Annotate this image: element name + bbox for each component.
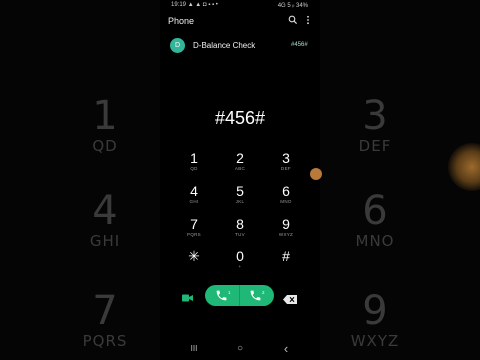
dialed-number-display[interactable]: #456#	[160, 108, 320, 129]
key-0[interactable]: 0 +	[225, 249, 255, 270]
bg-key-letters: WXYZ	[350, 332, 400, 350]
phone-screen: 19:19 ▲ ▲ ◘ ▪ ▪ • 4G 5 ᵢₗ 34% Phone D D-…	[160, 0, 320, 360]
key-6[interactable]: 6 MNO	[271, 184, 301, 205]
key-star[interactable]: ✳	[179, 249, 209, 264]
key-letters: PQRS	[187, 232, 201, 237]
key-2[interactable]: 2 ABC	[225, 151, 255, 172]
key-digit: 3	[282, 150, 290, 166]
key-digit: ✳	[188, 248, 200, 264]
bg-key-6: 6 MNO	[340, 190, 410, 250]
key-3[interactable]: 3 DEF	[271, 151, 301, 172]
bg-key-digit: 9	[362, 288, 388, 334]
bg-key-letters: DEF	[358, 137, 392, 155]
suggestion-name: D-Balance Check	[193, 41, 256, 50]
status-bar: 19:19 ▲ ▲ ◘ ▪ ▪ • 4G 5 ᵢₗ 34%	[160, 2, 320, 11]
back-nav-button[interactable]: ‹	[280, 342, 292, 355]
sim2-label: 2	[262, 290, 265, 295]
bg-key-letters: MNO	[355, 232, 395, 250]
key-digit: 1	[190, 150, 198, 166]
key-hash[interactable]: #	[271, 249, 301, 264]
bg-key-letters: PQRS	[82, 332, 128, 350]
phone-icon	[216, 290, 227, 301]
key-digit: #	[282, 248, 290, 264]
avatar: D	[170, 38, 185, 53]
key-digit: 4	[190, 183, 198, 199]
call-sim2-button[interactable]	[249, 289, 263, 302]
key-digit: 9	[282, 216, 290, 232]
key-letters: TUV	[235, 232, 245, 237]
key-letters: QD	[190, 166, 198, 171]
key-digit: 0	[236, 248, 244, 264]
backspace-icon[interactable]	[283, 291, 297, 304]
call-sim1-button[interactable]	[215, 289, 229, 302]
bg-key-digit: 4	[92, 188, 118, 234]
key-letters: ABC	[234, 166, 246, 171]
call-bar-divider	[239, 285, 240, 306]
call-bar: 1 2	[205, 285, 274, 306]
floating-edge-handle[interactable]	[310, 168, 322, 180]
video-call-icon[interactable]	[182, 290, 193, 302]
search-icon[interactable]	[288, 15, 298, 25]
key-letters: +	[238, 264, 242, 269]
key-letters: DEF	[281, 166, 291, 171]
key-8[interactable]: 8 TUV	[225, 217, 255, 238]
bg-key-7: 7 PQRS	[70, 290, 140, 350]
bg-key-9: 9 WXYZ	[340, 290, 410, 350]
bg-key-digit: 7	[92, 288, 118, 334]
key-digit: 8	[236, 216, 244, 232]
bg-key-letters: GHI	[89, 232, 121, 250]
bg-key-1: 1 QD	[70, 95, 140, 155]
bg-key-digit: 6	[362, 188, 388, 234]
page-title: Phone	[168, 16, 195, 26]
key-digit: 5	[236, 183, 244, 199]
bg-key-3: 3 DEF	[340, 95, 410, 155]
key-digit: 2	[236, 150, 244, 166]
key-7[interactable]: 7 PQRS	[179, 217, 209, 238]
suggestion-number: #456#	[291, 42, 308, 48]
status-right: 4G 5 ᵢₗ 34%	[277, 3, 308, 9]
key-4[interactable]: 4 GHI	[179, 184, 209, 205]
key-letters: MNO	[280, 199, 292, 204]
phone-icon	[250, 290, 261, 301]
bg-key-4: 4 GHI	[70, 190, 140, 250]
contact-suggestion[interactable]: D D-Balance Check #456#	[170, 38, 310, 54]
sim1-label: 1	[228, 290, 231, 295]
bg-key-digit: 1	[92, 93, 118, 139]
recents-nav-button[interactable]: III	[188, 343, 200, 355]
bg-key-digit: 3	[362, 93, 388, 139]
bg-key-letters: QD	[92, 137, 118, 155]
status-time: 19:19 ▲ ▲ ◘ ▪ ▪ •	[171, 2, 218, 8]
key-letters: WXYZ	[278, 232, 294, 237]
key-digit: 6	[282, 183, 290, 199]
key-1[interactable]: 1 QD	[179, 151, 209, 172]
home-nav-button[interactable]: ○	[234, 343, 246, 355]
background-left: 1 QD 4 GHI 7 PQRS	[0, 0, 160, 360]
key-9[interactable]: 9 WXYZ	[271, 217, 301, 238]
key-digit: 7	[190, 216, 198, 232]
key-letters: JKL	[235, 199, 245, 204]
key-5[interactable]: 5 JKL	[225, 184, 255, 205]
more-vert-icon[interactable]	[303, 15, 313, 25]
key-letters: GHI	[189, 199, 199, 204]
